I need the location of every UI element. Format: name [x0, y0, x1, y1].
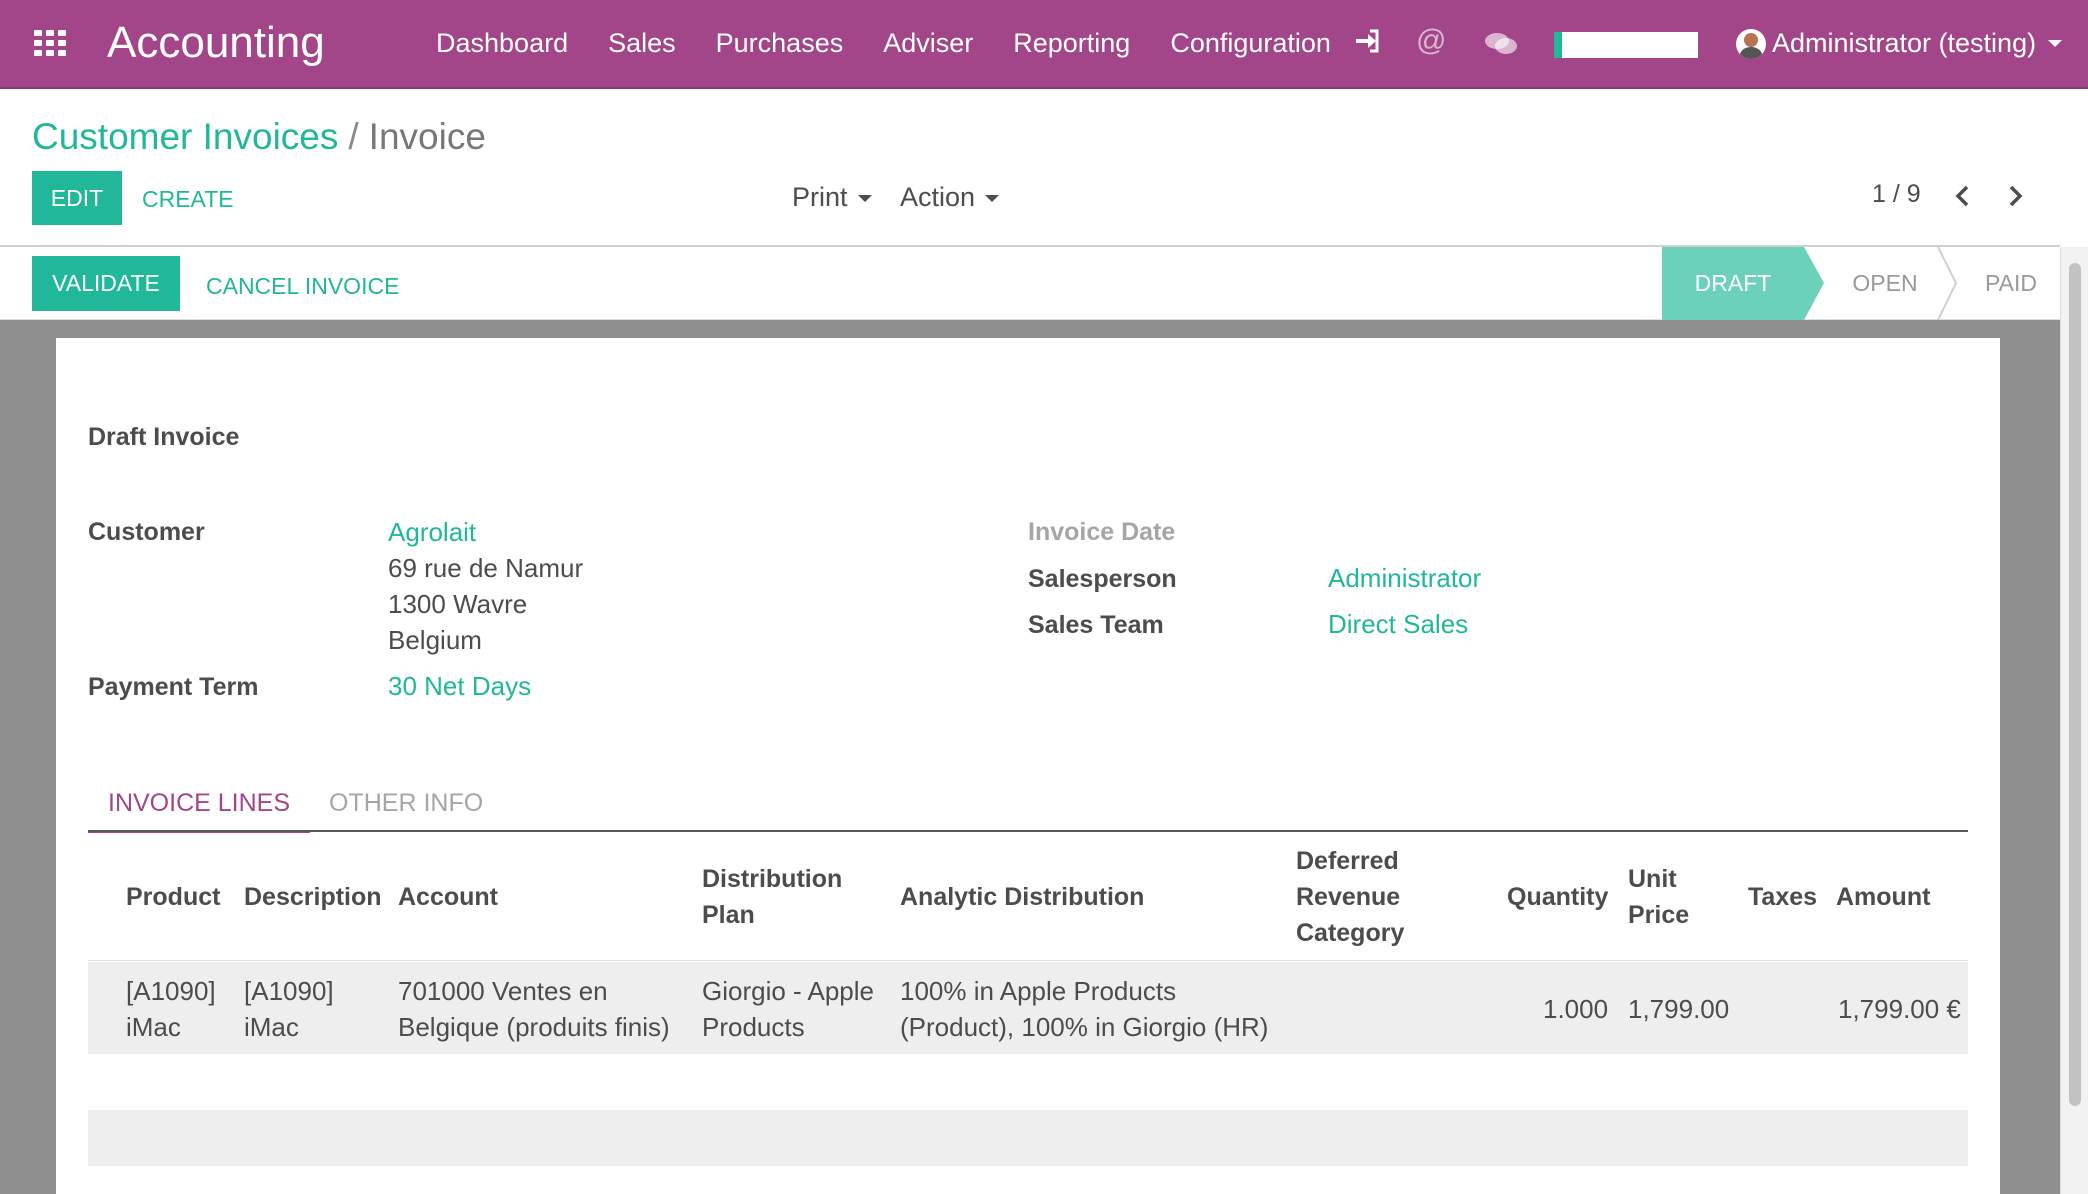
column-header-unit-price-line2: Price: [1628, 901, 1690, 929]
cell-analytic-distribution: 100% in Apple Products (Product), 100% i…: [900, 973, 1268, 1045]
customer-address-street: 69 rue de Namur: [388, 553, 584, 583]
pager-value[interactable]: 1 / 9: [1872, 180, 1921, 209]
at-icon[interactable]: @: [1416, 24, 1446, 58]
caret-down-icon: [857, 195, 872, 203]
main-menu: Dashboard Sales Purchases Adviser Report…: [436, 28, 1371, 59]
breadcrumb-current: Invoice: [368, 116, 486, 157]
apps-grid-icon[interactable]: [34, 30, 68, 56]
column-header-quantity[interactable]: Quantity: [1507, 879, 1608, 915]
invoice-title: Draft Invoice: [88, 423, 240, 451]
salesperson-link[interactable]: Administrator: [1328, 563, 1481, 594]
vertical-scrollbar[interactable]: [2060, 247, 2088, 1194]
validate-button[interactable]: VALIDATE: [32, 256, 180, 311]
print-label: Print: [792, 182, 848, 212]
scrollbar-thumb[interactable]: [2069, 263, 2081, 1106]
status-stages: DRAFT OPEN PAID: [1662, 247, 2060, 320]
action-dropdown[interactable]: Action: [900, 182, 1000, 213]
stage-open[interactable]: OPEN: [1822, 247, 1948, 320]
cell-description-line2: iMac: [244, 1012, 299, 1042]
sales-team-label: Sales Team: [1028, 611, 1164, 639]
cancel-invoice-button[interactable]: CANCEL INVOICE: [206, 273, 399, 300]
stage-draft[interactable]: DRAFT: [1662, 247, 1804, 320]
stage-paid[interactable]: PAID: [1962, 247, 2060, 320]
chat-icon[interactable]: [1484, 32, 1518, 54]
column-header-deferred-line3: Category: [1296, 919, 1405, 947]
table-header-divider: [88, 960, 1968, 961]
cell-product-code: [A1090]: [126, 976, 216, 1006]
user-name: Administrator (testing): [1772, 28, 2037, 58]
menu-item-reporting[interactable]: Reporting: [1013, 28, 1130, 59]
breadcrumb-customer-invoices[interactable]: Customer Invoices: [32, 116, 338, 157]
sales-team-link[interactable]: Direct Sales: [1328, 609, 1468, 640]
column-header-description[interactable]: Description: [244, 879, 382, 915]
column-header-unit-price[interactable]: Unit Price: [1628, 861, 1689, 933]
tab-other-info[interactable]: OTHER INFO: [329, 789, 483, 818]
cell-account: 701000 Ventes en Belgique (produits fini…: [398, 973, 670, 1045]
menu-item-purchases[interactable]: Purchases: [716, 28, 844, 59]
invoice-date-label: Invoice Date: [1028, 518, 1176, 546]
column-header-distribution-plan-line2: Plan: [702, 901, 755, 929]
tab-invoice-lines[interactable]: INVOICE LINES: [88, 789, 310, 833]
cell-distribution-plan-line1: Giorgio - Apple: [702, 976, 874, 1006]
cell-product: [A1090] iMac: [126, 973, 216, 1045]
cell-distribution-plan: Giorgio - Apple Products: [702, 973, 874, 1045]
print-dropdown[interactable]: Print: [792, 182, 872, 213]
edit-button[interactable]: EDIT: [32, 171, 122, 225]
action-label: Action: [900, 182, 976, 212]
sign-in-icon[interactable]: [1354, 28, 1380, 61]
customer-address-country: Belgium: [388, 625, 482, 655]
cell-account-line2: Belgique (produits finis): [398, 1012, 670, 1042]
menu-item-adviser[interactable]: Adviser: [883, 28, 973, 59]
systray-progress-widget[interactable]: [1554, 32, 1698, 58]
column-header-distribution-plan-line1: Distribution: [702, 865, 843, 893]
cell-unit-price: 1,799.00: [1628, 994, 1730, 1024]
cell-analytic-line1: 100% in Apple Products: [900, 976, 1177, 1006]
column-header-taxes[interactable]: Taxes: [1748, 879, 1817, 915]
column-header-deferred-line2: Revenue: [1296, 883, 1401, 911]
customer-label: Customer: [88, 518, 205, 546]
cell-quantity: 1.000: [1543, 994, 1609, 1024]
cell-product-name: iMac: [126, 1012, 181, 1042]
chevron-right-icon[interactable]: [2002, 183, 2028, 209]
user-menu[interactable]: Administrator (testing): [1736, 28, 2063, 59]
cell-description: [A1090] iMac: [244, 973, 334, 1045]
payment-term-link[interactable]: 30 Net Days: [388, 671, 531, 702]
cell-account-line1: 701000 Ventes en: [398, 976, 608, 1006]
salesperson-label: Salesperson: [1028, 565, 1177, 593]
column-header-amount[interactable]: Amount: [1836, 879, 1930, 915]
stage-separator-icon: [1937, 247, 1958, 320]
column-header-deferred-line1: Deferred: [1296, 847, 1399, 875]
table-footer-row: [88, 1110, 1968, 1166]
cell-distribution-plan-line2: Products: [702, 1012, 805, 1042]
customer-address-city: 1300 Wavre: [388, 589, 528, 619]
user-avatar: [1736, 28, 1766, 59]
column-header-product[interactable]: Product: [126, 879, 220, 915]
menu-item-sales[interactable]: Sales: [608, 28, 676, 59]
create-button[interactable]: CREATE: [142, 186, 234, 213]
form-statusbar: VALIDATE CANCEL INVOICE DRAFT OPEN PAID: [0, 247, 2060, 320]
customer-link[interactable]: Agrolait: [388, 517, 476, 548]
cell-description-line1: [A1090]: [244, 976, 334, 1006]
cell-amount: 1,799.00 €: [1838, 994, 1961, 1024]
cell-analytic-line2: (Product), 100% in Giorgio (HR): [900, 1012, 1269, 1042]
breadcrumb-separator: /: [348, 116, 359, 157]
top-navbar: Accounting Dashboard Sales Purchases Adv…: [0, 0, 2088, 89]
column-header-analytic-distribution[interactable]: Analytic Distribution: [900, 879, 1144, 915]
breadcrumb: Customer Invoices / Invoice: [32, 116, 486, 158]
column-header-account[interactable]: Account: [398, 879, 498, 915]
menu-item-configuration[interactable]: Configuration: [1170, 28, 1331, 59]
column-header-distribution-plan[interactable]: Distribution Plan: [702, 861, 842, 933]
stage-draft-arrow: [1804, 247, 1824, 320]
caret-down-icon: [985, 195, 1000, 203]
payment-term-label: Payment Term: [88, 673, 259, 701]
column-header-deferred-revenue[interactable]: Deferred Revenue Category: [1296, 843, 1404, 951]
tabs-underline: [88, 830, 1968, 832]
form-sheet: [56, 338, 2000, 1194]
app-brand: Accounting: [107, 18, 325, 67]
chevron-left-icon[interactable]: [1950, 183, 1976, 209]
chevron-down-icon: [2048, 40, 2063, 47]
column-header-unit-price-line1: Unit: [1628, 865, 1677, 893]
menu-item-dashboard[interactable]: Dashboard: [436, 28, 568, 59]
